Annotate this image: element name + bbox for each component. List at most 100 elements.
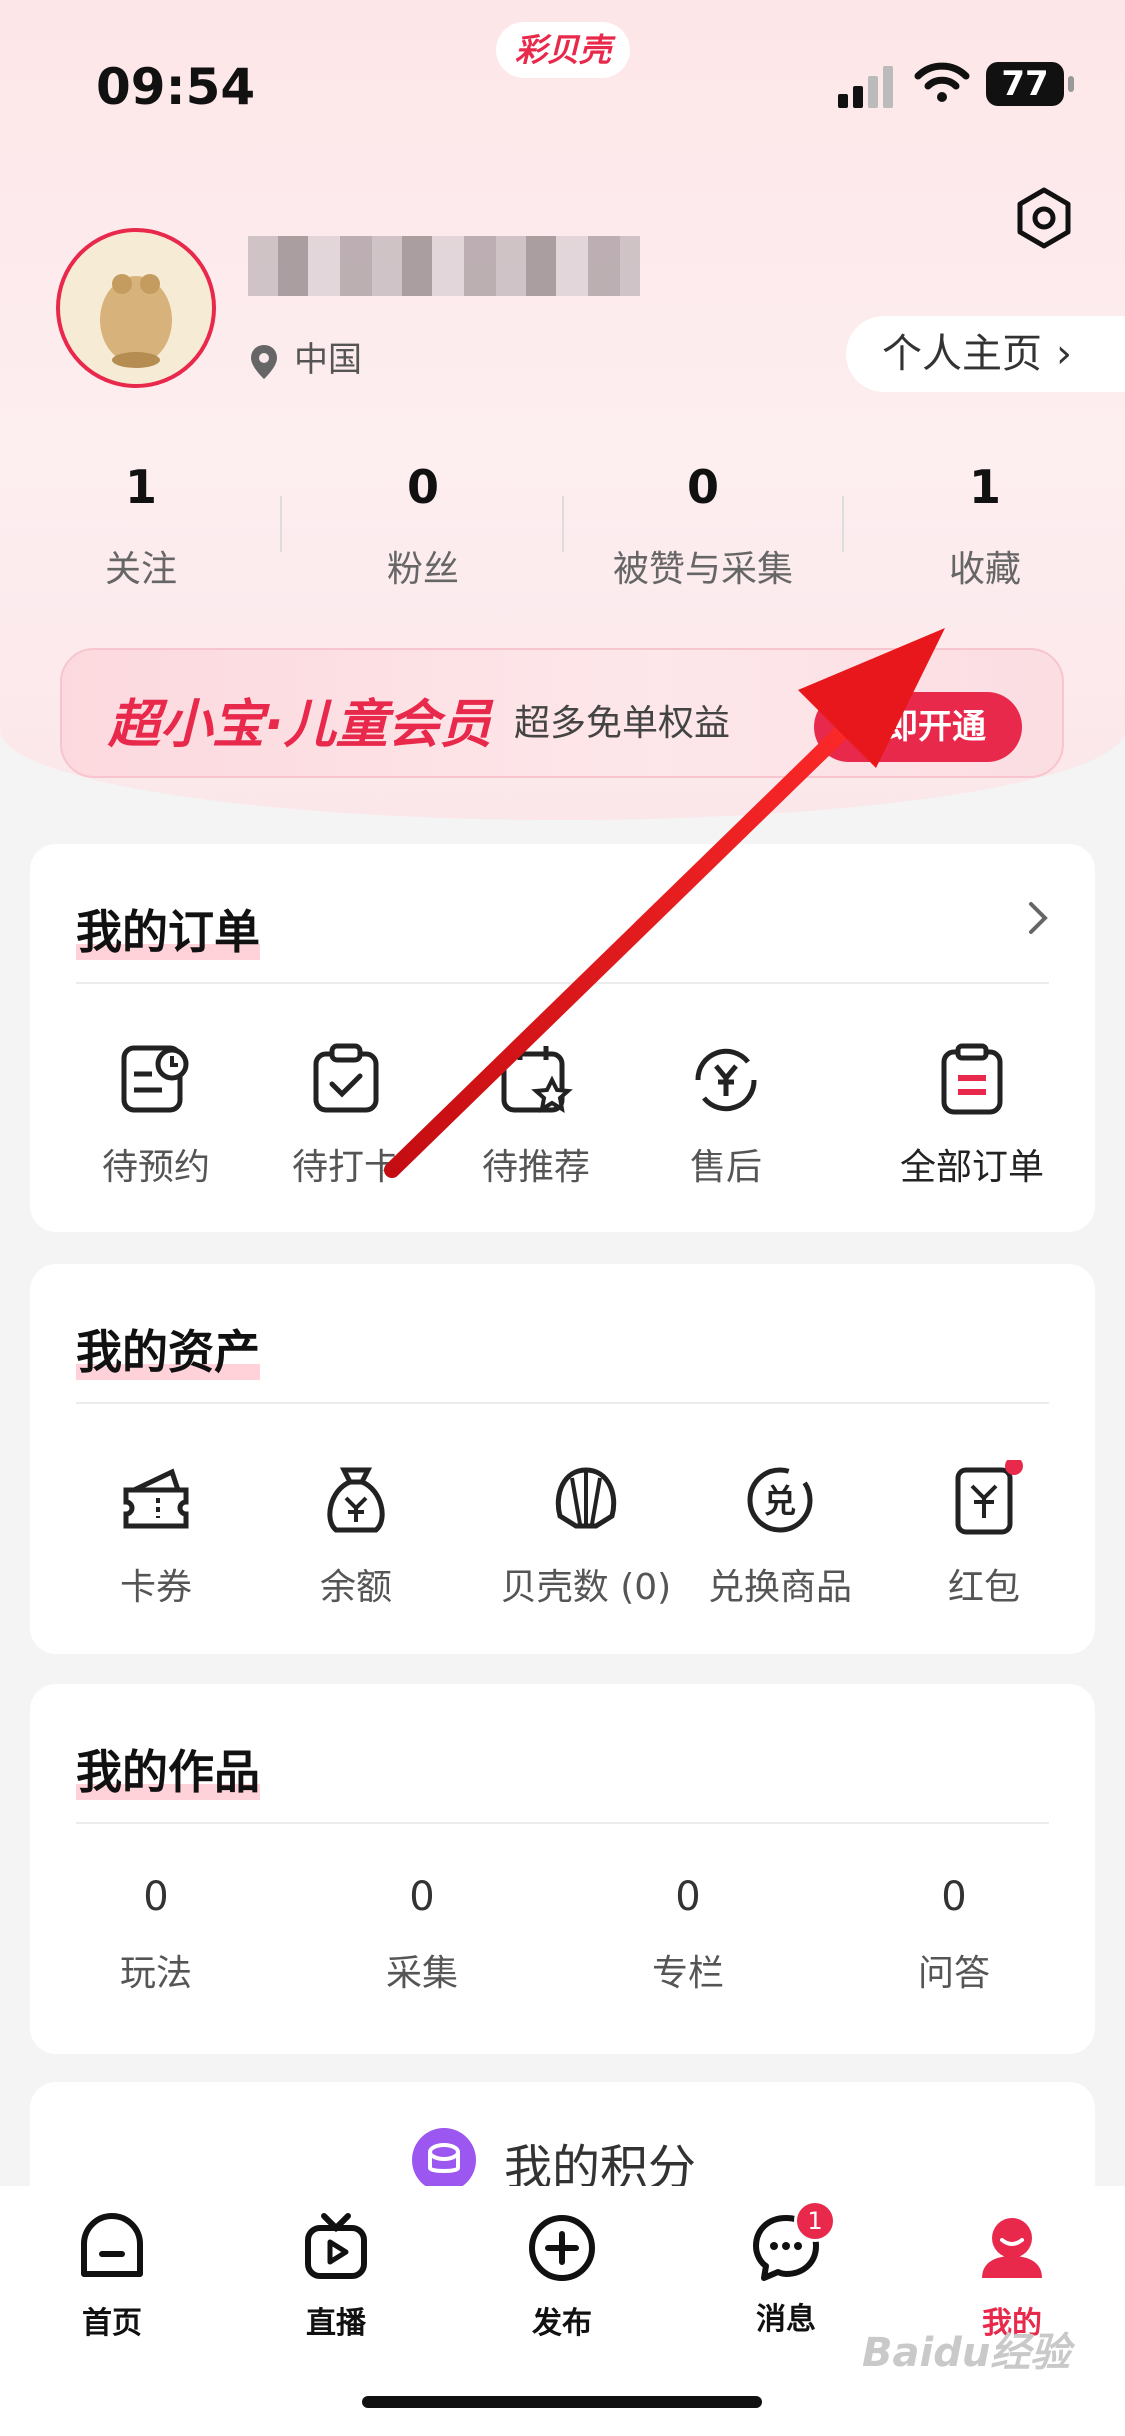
stat-label: 粉丝 [386, 549, 459, 590]
stat-likes-collects[interactable]: 0 被赞与采集 [562, 460, 844, 592]
works-count: 0 [409, 1874, 435, 1920]
location-text: 中国 [294, 340, 362, 380]
stat-following[interactable]: 1 关注 [0, 460, 282, 592]
order-label: 待预约 [101, 1147, 210, 1188]
order-after-sales[interactable]: 售后 [656, 1040, 796, 1190]
svg-text:兑: 兑 [764, 1482, 796, 1520]
stat-value: 1 [124, 460, 157, 514]
works-label: 玩法 [119, 1953, 192, 1994]
card-title: 我的订单 [76, 905, 260, 960]
chevron-right-icon: › [1056, 331, 1072, 377]
works-qa[interactable]: 0 问答 [884, 1874, 1024, 1996]
stat-value: 0 [406, 460, 439, 514]
membership-title: 超小宝·儿童会员 [108, 695, 492, 755]
my-orders-card: 我的订单 待预约 待打卡 待推荐 售后 全部订单 [30, 844, 1095, 1232]
chevron-right-icon[interactable] [1027, 900, 1049, 936]
battery-indicator: 77 [986, 62, 1074, 106]
works-label: 专栏 [651, 1953, 724, 1994]
my-works-card: 我的作品 0 玩法 0 采集 0 专栏 0 问答 [30, 1684, 1095, 2054]
membership-subtitle: 超多免单权益 [514, 703, 731, 744]
asset-label: 卡券 [119, 1567, 192, 1608]
order-pending-booking[interactable]: 待预约 [86, 1040, 226, 1190]
order-label: 待推荐 [481, 1147, 590, 1188]
card-title: 我的作品 [76, 1745, 260, 1800]
asset-red-envelope[interactable]: 红包 [914, 1457, 1054, 1610]
works-label: 采集 [385, 1953, 458, 1994]
tab-label: 发布 [532, 2306, 592, 2341]
kids-membership-banner[interactable]: 超小宝·儿童会员 超多免单权益 立即开通 [60, 648, 1064, 778]
tv-play-icon [305, 2213, 367, 2279]
tab-live[interactable]: 直播 [256, 2212, 416, 2342]
stat-label: 收藏 [948, 549, 1021, 590]
asset-balance[interactable]: 余额 [286, 1460, 426, 1610]
username-blurred [248, 236, 640, 296]
my-assets-card: 我的资产 卡券 余额 贝壳数 (0) 兑 兑换商品 红包 [30, 1264, 1095, 1654]
home-icon [81, 2213, 143, 2277]
divider [76, 1402, 1049, 1404]
card-title: 我的资产 [76, 1325, 260, 1380]
unread-badge: 1 [794, 2200, 836, 2242]
home-indicator [362, 2396, 762, 2408]
tab-label: 直播 [306, 2306, 366, 2341]
status-time: 09:54 [96, 58, 256, 116]
asset-label: 红包 [947, 1567, 1020, 1608]
coins-icon [412, 2128, 476, 2192]
asset-coupons[interactable]: 卡券 [86, 1460, 226, 1610]
stat-favorites[interactable]: 1 收藏 [844, 460, 1125, 592]
asset-exchange[interactable]: 兑 兑换商品 [680, 1460, 880, 1610]
order-label: 全部订单 [899, 1147, 1044, 1188]
bear-avatar-icon [100, 274, 172, 368]
user-icon [982, 2218, 1042, 2278]
works-collections[interactable]: 0 采集 [352, 1874, 492, 1996]
works-count: 0 [675, 1874, 701, 1920]
asset-label: 余额 [319, 1567, 392, 1608]
works-gameplay[interactable]: 0 玩法 [86, 1874, 226, 1996]
yuan-refresh-icon [695, 1048, 757, 1112]
shell-icon [555, 1467, 617, 1529]
works-count: 0 [941, 1874, 967, 1920]
location: 中国 [250, 332, 362, 381]
tab-label: 消息 [756, 2302, 816, 2337]
order-label: 待打卡 [291, 1147, 400, 1188]
order-label: 售后 [689, 1147, 762, 1188]
money-bag-icon [327, 1467, 385, 1533]
stat-value: 1 [968, 460, 1001, 514]
profile-stats: 1 关注 0 粉丝 0 被赞与采集 1 收藏 [0, 460, 1125, 590]
stat-fans[interactable]: 0 粉丝 [282, 460, 564, 592]
all-orders[interactable]: 全部订单 [882, 1040, 1062, 1190]
location-pin-icon [251, 344, 277, 379]
plus-circle-icon [529, 2215, 595, 2281]
stat-value: 0 [686, 460, 719, 514]
tab-home[interactable]: 首页 [32, 2212, 192, 2342]
stat-label: 关注 [104, 549, 177, 590]
stat-label: 被赞与采集 [612, 549, 793, 590]
order-pending-recommend[interactable]: 待推荐 [466, 1040, 606, 1190]
personal-homepage-label: 个人主页 [882, 331, 1042, 377]
order-pending-checkin[interactable]: 待打卡 [276, 1040, 416, 1190]
wifi-icon [914, 62, 970, 102]
calendar-clock-icon [121, 1045, 189, 1113]
tab-messages[interactable]: 1 消息 [706, 2200, 866, 2338]
activate-membership-button[interactable]: 立即开通 [814, 692, 1022, 762]
baidu-watermark: Baidu经验 [862, 2330, 1071, 2376]
works-label: 问答 [917, 1953, 990, 1994]
calendar-star-icon [501, 1046, 573, 1113]
works-count: 0 [143, 1874, 169, 1920]
app-brand-badge: 彩贝壳 [496, 22, 630, 78]
clipboard-check-icon [313, 1043, 379, 1113]
personal-homepage-button[interactable]: 个人主页 › [846, 316, 1125, 392]
avatar[interactable] [56, 228, 216, 388]
divider [76, 982, 1049, 984]
asset-label: 贝壳数 (0) [500, 1567, 672, 1608]
works-columns[interactable]: 0 专栏 [618, 1874, 758, 1996]
tab-publish[interactable]: 发布 [482, 2212, 642, 2342]
cellular-signal-icon [838, 64, 898, 108]
asset-label: 兑换商品 [707, 1567, 852, 1608]
red-envelope-icon [955, 1457, 1023, 1535]
divider [76, 1822, 1049, 1824]
tab-label: 首页 [82, 2306, 142, 2341]
ticket-icon [123, 1468, 189, 1529]
list-doc-icon [941, 1043, 1003, 1115]
asset-shells[interactable]: 贝壳数 (0) [476, 1460, 696, 1610]
settings-hexagon-icon[interactable] [1012, 186, 1076, 250]
